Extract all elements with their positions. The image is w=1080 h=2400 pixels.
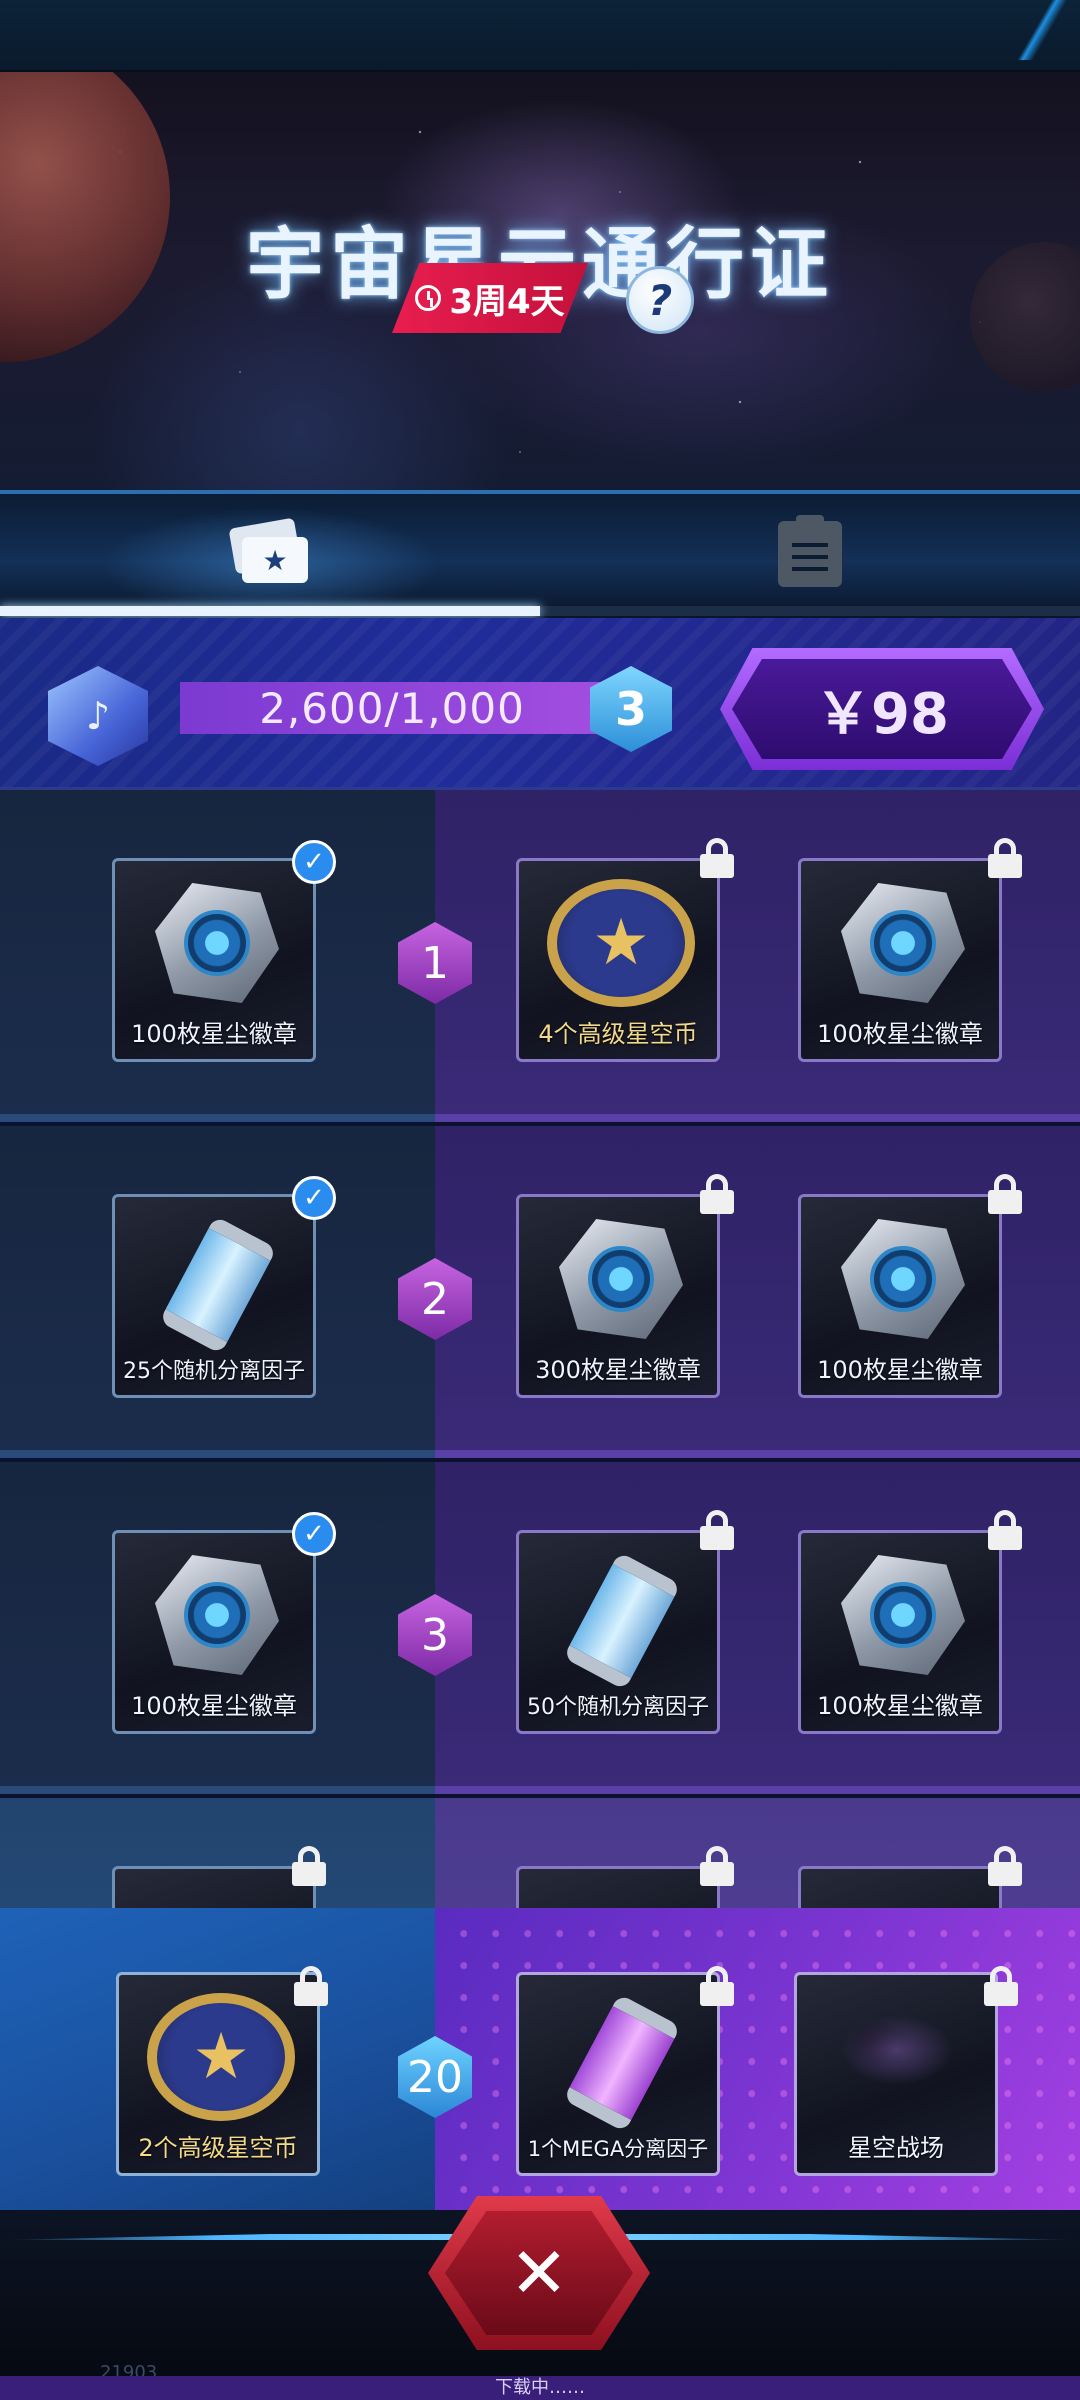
top-strip xyxy=(0,0,1080,72)
nebula-scene-icon xyxy=(807,1985,987,2115)
reward-label: 1个MEGA分离因子 xyxy=(527,2137,709,2161)
reward-card-premium[interactable] xyxy=(516,1866,720,1910)
reward-label: 星空战场 xyxy=(848,2134,944,2162)
ticket-icon: ★ xyxy=(228,517,308,585)
blue-tube-icon xyxy=(562,1551,682,1691)
star-coin-icon: ★ xyxy=(547,879,695,1007)
top-strip-accent xyxy=(1010,0,1080,60)
clipboard-icon xyxy=(778,515,842,587)
reward-label: 50个随机分离因子 xyxy=(527,1695,709,1720)
lock-icon xyxy=(700,1174,734,1214)
tab-bar: ★ xyxy=(0,490,1080,618)
download-status: 下载中…… xyxy=(0,2376,1080,2400)
claimed-check-icon: ✓ xyxy=(292,1512,336,1556)
final-reward-row: ★ 2个高级星空币 20 1个MEGA分离因子 星空战场 xyxy=(0,1908,1080,2210)
lock-icon xyxy=(700,838,734,878)
reward-label: 4个高级星空币 xyxy=(538,1020,698,1048)
reward-card-premium[interactable]: ★ 4个高级星空币 xyxy=(516,858,720,1062)
clock-icon xyxy=(415,285,442,311)
star-dust-badge-icon xyxy=(155,883,279,1003)
reward-card-premium[interactable] xyxy=(798,1866,1002,1910)
reward-row: 100枚星尘徽章 ✓ 3 50个随机分离因子 100枚星尘徽章 xyxy=(0,1462,1080,1794)
star-dust-badge-icon xyxy=(841,1219,965,1339)
lock-icon xyxy=(700,1966,734,2006)
reward-label: 300枚星尘徽章 xyxy=(535,1356,701,1384)
reward-card-premium[interactable]: 50个随机分离因子 xyxy=(516,1530,720,1734)
reward-card-premium[interactable]: 100枚星尘徽章 xyxy=(798,1194,1002,1398)
reward-list[interactable]: 100枚星尘徽章 ✓ 1 ★ 4个高级星空币 100枚星尘徽章 25个随机分离因… xyxy=(0,790,1080,1910)
reward-label: 25个随机分离因子 xyxy=(123,1359,305,1384)
lock-icon xyxy=(294,1966,328,2006)
lock-icon xyxy=(988,1510,1022,1550)
reward-card-premium[interactable]: 100枚星尘徽章 xyxy=(798,858,1002,1062)
lock-icon xyxy=(700,1510,734,1550)
current-level-badge: 3 xyxy=(590,666,672,752)
purple-tube-icon xyxy=(562,1993,682,2133)
reward-card-free[interactable]: ★ 2个高级星空币 xyxy=(116,1972,320,2176)
time-remaining-badge: 3周4天 xyxy=(392,263,588,333)
tab-indicator xyxy=(0,606,1080,616)
time-remaining-text: 3周4天 xyxy=(449,281,565,322)
star-coin-icon: ★ xyxy=(147,1993,295,2121)
star-dust-badge-icon xyxy=(841,883,965,1003)
lock-icon xyxy=(700,1846,734,1886)
reward-card-premium[interactable]: 300枚星尘徽章 xyxy=(516,1194,720,1398)
lock-icon xyxy=(988,1846,1022,1886)
reward-label: 2个高级星空币 xyxy=(138,2134,298,2162)
reward-label: 100枚星尘徽章 xyxy=(817,1020,983,1048)
tab-pass-rewards[interactable]: ★ xyxy=(0,504,540,604)
lock-icon xyxy=(984,1966,1018,2006)
reward-card-free[interactable]: 100枚星尘徽章 xyxy=(112,858,316,1062)
reward-label: 100枚星尘徽章 xyxy=(817,1356,983,1384)
reward-card-free[interactable]: 100枚星尘徽章 xyxy=(112,1530,316,1734)
reward-card-premium[interactable]: 100枚星尘徽章 xyxy=(798,1530,1002,1734)
reward-label: 100枚星尘徽章 xyxy=(817,1692,983,1720)
purchase-price: ￥98 xyxy=(732,659,1032,759)
reward-card-free[interactable] xyxy=(112,1866,316,1910)
claimed-check-icon: ✓ xyxy=(292,840,336,884)
xp-progress: 2,600/1,000 xyxy=(180,682,604,734)
lock-icon xyxy=(988,1174,1022,1214)
reward-card-free[interactable]: 25个随机分离因子 xyxy=(112,1194,316,1398)
reward-label: 100枚星尘徽章 xyxy=(131,1020,297,1048)
reward-card-premium[interactable]: 星空战场 xyxy=(794,1972,998,2176)
reward-label: 100枚星尘徽章 xyxy=(131,1692,297,1720)
tab-tasks[interactable] xyxy=(540,504,1080,604)
reward-row xyxy=(0,1798,1080,1910)
lock-icon xyxy=(988,838,1022,878)
reward-row: 25个随机分离因子 ✓ 2 300枚星尘徽章 100枚星尘徽章 xyxy=(0,1126,1080,1458)
purchase-button[interactable]: ￥98 xyxy=(720,648,1044,770)
star-dust-badge-icon xyxy=(559,1219,683,1339)
reward-card-premium[interactable]: 1个MEGA分离因子 xyxy=(516,1972,720,2176)
star-dust-badge-icon xyxy=(841,1555,965,1675)
lock-icon xyxy=(292,1846,326,1886)
close-icon: ✕ xyxy=(445,2211,633,2335)
level-bar: ♪ 2,600/1,000 3 ￥98 xyxy=(0,618,1080,790)
blue-tube-icon xyxy=(158,1215,278,1355)
reward-row: 100枚星尘徽章 ✓ 1 ★ 4个高级星空币 100枚星尘徽章 xyxy=(0,790,1080,1122)
claimed-check-icon: ✓ xyxy=(292,1176,336,1220)
music-cube-icon: ♪ xyxy=(48,666,148,766)
star-dust-badge-icon xyxy=(155,1555,279,1675)
help-button[interactable]: ? xyxy=(626,266,694,334)
